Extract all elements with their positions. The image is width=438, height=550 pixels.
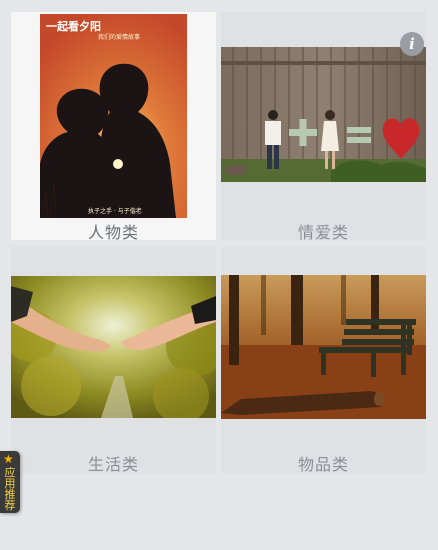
poster-caption: 执子之手 · 与子偕老 bbox=[88, 208, 142, 215]
people-thumbnail: 一起看夕阳 我们的爱情故事 执子之手 · 与子偕老 bbox=[40, 14, 187, 218]
recommend-apps-tab[interactable]: ★ 应用推荐 bbox=[0, 451, 20, 513]
category-grid-page: 一起看夕阳 我们的爱情故事 执子之手 · 与子偕老 人物类 情爱类 生活类 物品… bbox=[0, 0, 438, 550]
love-thumbnail bbox=[221, 47, 426, 182]
category-card-people[interactable]: 一起看夕阳 我们的爱情故事 执子之手 · 与子偕老 人物类 bbox=[11, 12, 216, 242]
category-card-goods[interactable]: 物品类 bbox=[221, 246, 426, 474]
category-label-love: 情爱类 bbox=[297, 223, 349, 242]
star-icon: ★ bbox=[3, 452, 14, 466]
category-card-love[interactable]: 情爱类 bbox=[221, 12, 426, 242]
category-label-goods: 物品类 bbox=[297, 455, 349, 474]
recommend-apps-label: 应用推荐 bbox=[4, 466, 16, 512]
life-thumbnail bbox=[11, 276, 216, 418]
category-label-life: 生活类 bbox=[87, 455, 139, 474]
category-card-life[interactable]: 生活类 bbox=[11, 246, 216, 474]
goods-thumbnail bbox=[221, 275, 426, 419]
poster-title: 一起看夕阳 bbox=[46, 20, 101, 33]
poster-subtitle: 我们的爱情故事 bbox=[98, 34, 141, 41]
category-label-people: 人物类 bbox=[87, 223, 139, 242]
info-button[interactable]: i bbox=[400, 32, 424, 56]
